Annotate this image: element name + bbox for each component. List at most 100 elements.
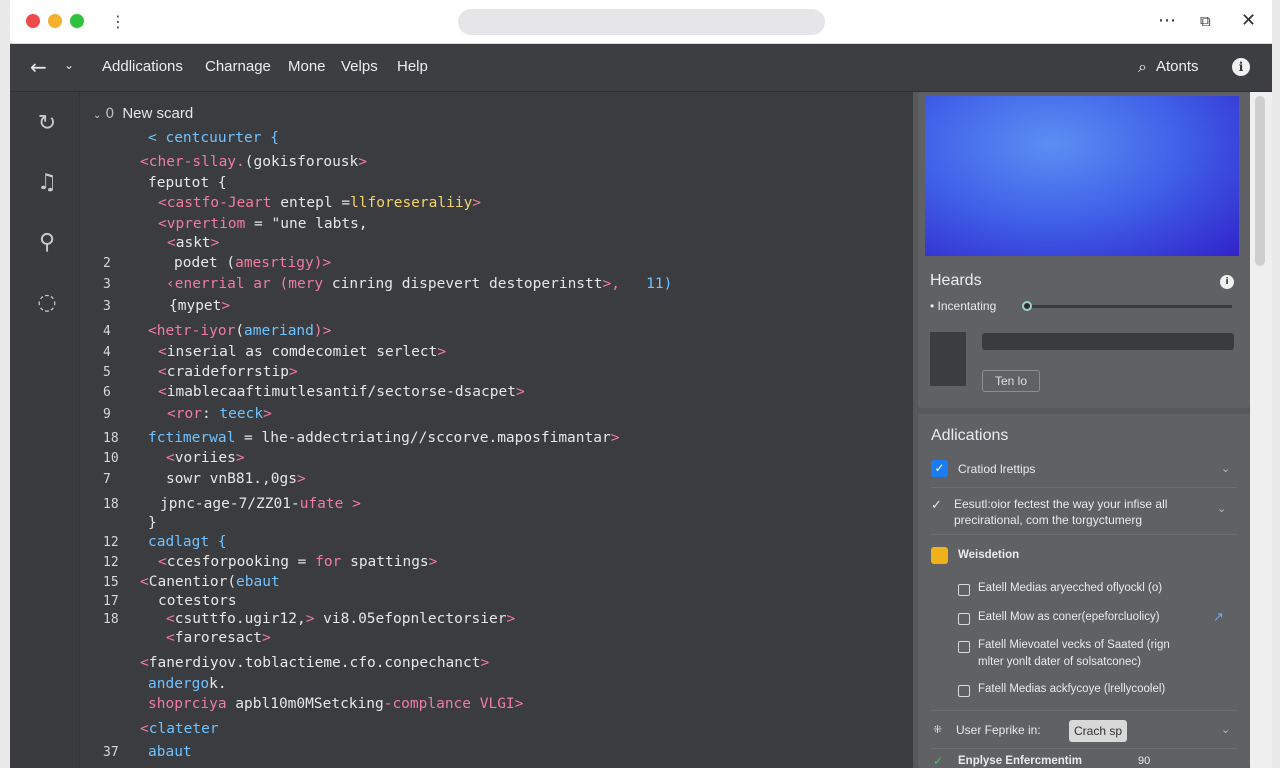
checkbox[interactable] <box>958 641 970 653</box>
code-line[interactable]: cadlagt { <box>148 534 227 550</box>
code-line[interactable]: } <box>148 515 157 531</box>
info-icon[interactable]: i <box>1220 275 1234 289</box>
code-token: < <box>158 216 167 232</box>
code-line[interactable]: feputot { <box>148 175 227 191</box>
code-editor[interactable]: ⌄ 0 New scard < centcuurter { <cher-sllay.(… <box>81 92 913 768</box>
crach-button[interactable]: Crach sp <box>1069 720 1127 742</box>
line-number: 12 <box>103 535 119 550</box>
code-line[interactable]: < centcuurter { <box>148 130 279 146</box>
close-window-button[interactable] <box>26 14 40 28</box>
chevron-down-icon[interactable]: ⌄ <box>64 58 74 72</box>
code-token: > <box>343 496 361 512</box>
loading-icon[interactable]: ◌ <box>33 289 61 317</box>
code-token: csuttfo.ugir12, <box>174 611 306 627</box>
code-token: 11) <box>619 276 673 292</box>
menu-item-help[interactable]: Help <box>397 58 428 75</box>
code-token: centcuurter { <box>165 130 279 146</box>
code-token: < <box>166 450 175 466</box>
slider-track[interactable] <box>1024 305 1232 308</box>
address-bar[interactable] <box>458 9 825 35</box>
code-line[interactable]: podet (amesrtigy)> <box>174 255 331 271</box>
music-note-icon[interactable]: ♫ <box>33 169 61 197</box>
code-line[interactable]: <faroresact> <box>166 630 271 646</box>
code-line[interactable]: <hetr-iyor(ameriand)> <box>148 323 331 339</box>
scrollbar[interactable] <box>1250 92 1272 768</box>
applications-card: Adlications ✓ Cratiod lrettips ⌄ ✓ Eesut… <box>918 414 1250 768</box>
more-horizontal-icon[interactable]: ⋯ <box>1158 10 1176 31</box>
row-label: Enplyse Enfercmentim <box>958 755 1082 767</box>
menu-item-charnage[interactable]: Charnage <box>205 58 271 75</box>
code-token: podet ( <box>174 255 236 271</box>
code-line[interactable]: <fanerdiyov.toblactieme.cfo.conpechanct> <box>140 655 489 671</box>
code-token: abaut <box>148 744 192 760</box>
line-number: 4 <box>103 345 111 360</box>
code-line[interactable]: ‹enerrial ar (mery cinring dispevert des… <box>166 276 672 292</box>
code-token: < <box>140 655 149 671</box>
menu-item-addlications[interactable]: Addlications <box>102 58 183 75</box>
line-number: 6 <box>103 385 111 400</box>
code-line[interactable]: {mypet> <box>169 298 230 314</box>
refresh-icon[interactable]: ↻ <box>33 110 61 138</box>
info-icon[interactable]: i <box>1232 58 1250 76</box>
edit-icon[interactable]: ↗ <box>1213 610 1224 625</box>
actions-menu[interactable]: Atonts <box>1156 58 1199 75</box>
minimize-window-button[interactable] <box>48 14 62 28</box>
code-token: sowr vnB81.,0gs <box>166 471 297 487</box>
code-line[interactable]: jpnc-age-7/ZZ01-ufate > <box>160 496 361 512</box>
ten-button[interactable]: Ten lo <box>982 370 1040 392</box>
code-line[interactable]: sowr vnB81.,0gs> <box>166 471 306 487</box>
search-person-icon[interactable]: ⚲ <box>33 229 61 257</box>
checkbox[interactable] <box>958 584 970 596</box>
chevron-down-icon[interactable]: ⌄ <box>1221 462 1230 475</box>
slider-handle[interactable] <box>1022 301 1033 311</box>
code-line[interactable]: cotestors <box>158 593 237 609</box>
code-line[interactable]: <askt> <box>167 235 219 251</box>
code-line[interactable]: <inserial as comdecomiet serlect> <box>158 344 446 360</box>
close-icon[interactable]: ✕ <box>1241 10 1256 31</box>
scrollbar-thumb[interactable] <box>1255 96 1265 266</box>
code-line[interactable]: <imablecaaftimutlesantif/sectorse-dsacpe… <box>158 384 525 400</box>
line-number: 5 <box>103 365 111 380</box>
chevron-down-icon[interactable]: ⌄ <box>1217 502 1226 515</box>
back-arrow-icon[interactable]: ← <box>30 55 47 79</box>
chevron-down-icon[interactable]: ⌄ <box>93 110 101 121</box>
code-line[interactable]: <cher-sllay.(gokisforousk> <box>140 154 367 170</box>
file-tree-header[interactable]: ⌄ 0 New scard <box>93 105 193 122</box>
checkbox[interactable] <box>958 685 970 697</box>
code-line[interactable]: <clateter <box>140 721 219 737</box>
text-field[interactable] <box>982 333 1234 350</box>
menu-item-mone[interactable]: Mone <box>288 58 326 75</box>
code-line[interactable]: <ccesforpooking = for spattings> <box>158 554 437 570</box>
zoom-window-button[interactable] <box>70 14 84 28</box>
menu-item-velps[interactable]: Velps <box>341 58 378 75</box>
code-token: askt <box>175 235 211 251</box>
code-line[interactable]: <ror: teeck> <box>167 406 272 422</box>
code-line[interactable]: fctimerwal = lhe-addectriating//sccorve.… <box>148 430 619 446</box>
code-line[interactable]: <craideforrstip> <box>158 364 298 380</box>
check-icon: ✓ <box>931 497 942 512</box>
search-icon[interactable]: ⌕ <box>1138 57 1147 77</box>
code-line[interactable]: <voriies> <box>166 450 245 466</box>
code-line[interactable]: shoprciya apbl10m0MSetcking-complance VL… <box>148 696 523 712</box>
code-token: feputot { <box>148 175 227 191</box>
code-token: llforeseraliiy <box>350 195 473 211</box>
code-token: < <box>158 554 167 570</box>
thumbnail <box>930 332 966 386</box>
code-token: )> <box>313 323 332 339</box>
checkbox-checked[interactable]: ✓ <box>931 460 948 477</box>
warning-checkbox[interactable] <box>931 547 948 564</box>
chevron-down-icon[interactable]: ⌄ <box>1221 723 1230 736</box>
code-line[interactable]: <Canentior(ebaut <box>140 574 280 590</box>
code-line[interactable]: <vprertiom = "une labts, <box>158 216 368 232</box>
line-number: 10 <box>103 451 119 466</box>
code-line[interactable]: andergok. <box>148 676 227 692</box>
checkbox[interactable] <box>958 613 970 625</box>
more-vertical-icon[interactable]: ⋮ <box>110 12 126 31</box>
code-token: } <box>148 515 157 531</box>
code-token: : <box>201 406 220 422</box>
restore-window-icon[interactable]: ⧉ <box>1200 12 1211 30</box>
code-line[interactable]: <csuttfo.ugir12,> vi8.05efopnlectorsier> <box>166 611 515 627</box>
code-line[interactable]: <castfo-Jeart entepl =llforeseraliiy> <box>158 195 481 211</box>
code-line[interactable]: abaut <box>148 744 192 760</box>
preview-image <box>925 96 1239 256</box>
